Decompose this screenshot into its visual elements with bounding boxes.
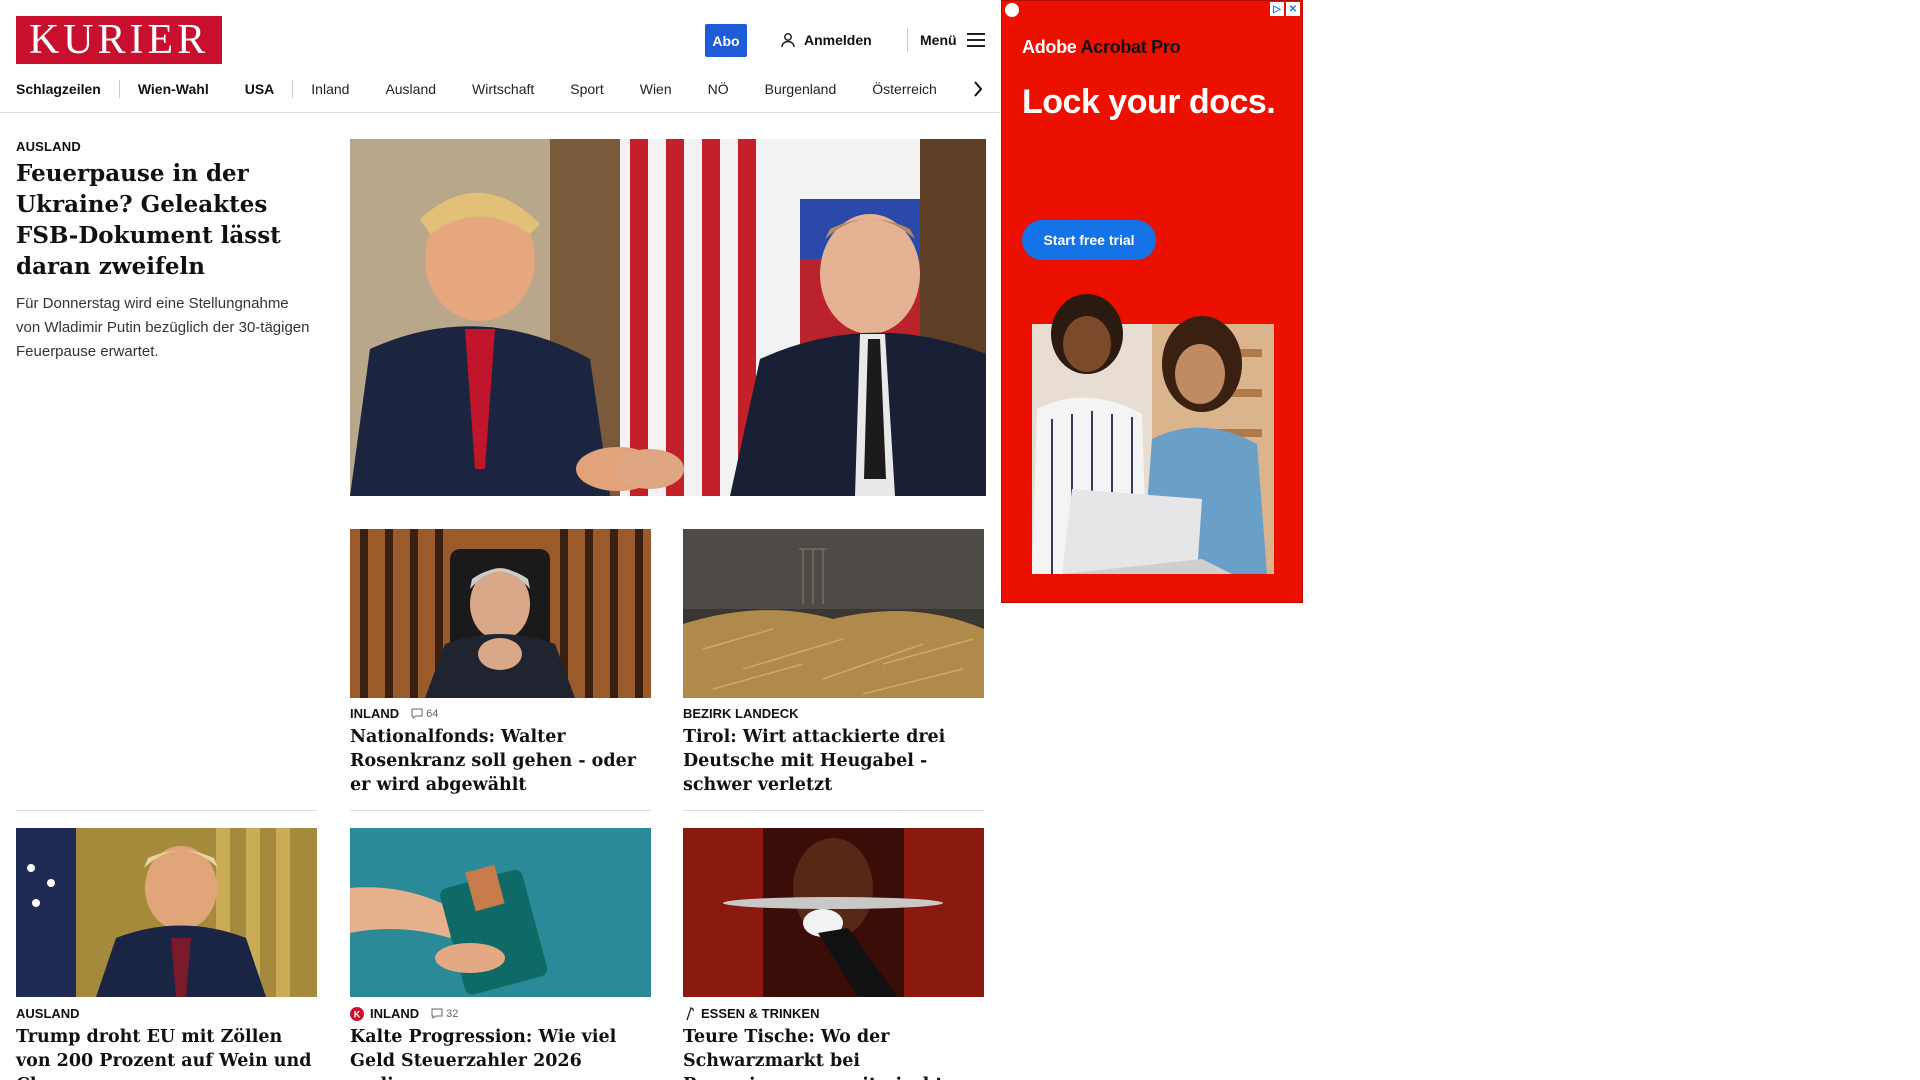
card-kicker-label: INLAND [350, 706, 400, 721]
fork-icon [686, 1006, 694, 1020]
ad-brand-prefix: Adobe [1022, 37, 1077, 57]
comment-count[interactable]: 32 [431, 1008, 458, 1020]
menu-button[interactable]: Menü [920, 28, 985, 52]
card-headline[interactable]: Trump droht EU mit Zöllen von 200 Prozen… [16, 1025, 320, 1080]
wallet-photo [350, 828, 651, 997]
nav-item-usa[interactable]: USA [227, 75, 293, 103]
login-label: Anmelden [804, 32, 872, 48]
ad-choices[interactable]: ▷ ✕ [1270, 2, 1300, 16]
card-kicker[interactable]: ESSEN & TRINKEN [683, 1006, 819, 1021]
start-trial-button[interactable]: Start free trial [1022, 220, 1156, 260]
card-kicker-label: BEZIRK LANDECK [683, 706, 799, 721]
card-kicker[interactable]: K INLAND 32 [350, 1006, 458, 1021]
ad-headline: Lock your docs. [1022, 83, 1276, 121]
card-kicker-label: AUSLAND [16, 1006, 80, 1021]
header-divider [907, 28, 908, 52]
card-image-rosenkranz[interactable] [350, 529, 651, 698]
card-kicker[interactable]: BEZIRK LANDECK [683, 706, 799, 721]
svg-text:K: K [354, 1009, 361, 1019]
chevron-right-icon [974, 81, 983, 97]
card-image-tische[interactable] [683, 828, 984, 997]
nav-item-burgenland[interactable]: Burgenland [747, 75, 855, 103]
close-icon[interactable]: ✕ [1286, 2, 1300, 16]
login-button[interactable]: Anmelden [780, 28, 872, 52]
nav-item-wien[interactable]: Wien [622, 75, 690, 103]
ad-info-icon[interactable] [1005, 3, 1019, 17]
nav-item-schlagzeilen[interactable]: Schlagzeilen [16, 75, 119, 103]
nav-item-sport[interactable]: Sport [552, 75, 621, 103]
user-icon [781, 33, 795, 48]
section-nav: Schlagzeilen Wien-Wahl USA Inland Auslan… [16, 75, 993, 103]
nav-divider [0, 112, 1000, 113]
nav-item-ausland[interactable]: Ausland [367, 75, 454, 103]
ad-photo [1032, 289, 1274, 574]
card-image-trump[interactable] [16, 828, 317, 997]
comment-icon [431, 1008, 443, 1019]
card-image-progression[interactable] [350, 828, 651, 997]
hero-headline[interactable]: Feuerpause in der Ukraine? Geleaktes FSB… [16, 158, 316, 282]
tray-photo [683, 828, 984, 997]
comment-count[interactable]: 64 [411, 708, 438, 720]
comment-count-value: 64 [426, 707, 439, 720]
comment-count-value: 32 [446, 1007, 459, 1020]
handshake-photo [350, 139, 986, 496]
card-headline[interactable]: Kalte Progression: Wie viel Geld Steuerz… [350, 1025, 654, 1080]
hamburger-icon [966, 33, 985, 47]
card-image-heugabel[interactable] [683, 529, 984, 698]
comment-icon [411, 708, 423, 719]
pitchfork-photo [683, 529, 984, 698]
hero-image[interactable] [350, 139, 986, 496]
card-headline[interactable]: Nationalfonds: Walter Rosenkranz soll ge… [350, 725, 654, 797]
menu-label: Menü [920, 32, 957, 48]
kurier-logo[interactable]: KURIER [16, 16, 222, 64]
card-kicker-label: ESSEN & TRINKEN [701, 1006, 820, 1021]
women-laptop-photo [1032, 294, 1274, 574]
card-headline[interactable]: Tirol: Wirt attackierte drei Deutsche mi… [683, 725, 987, 797]
column-divider [16, 810, 317, 811]
nav-scroll-right-button[interactable] [966, 75, 990, 103]
adchoices-icon[interactable]: ▷ [1270, 2, 1284, 16]
nav-item-wien-wahl[interactable]: Wien-Wahl [120, 75, 227, 103]
card-kicker[interactable]: INLAND 64 [350, 706, 438, 721]
card-kicker[interactable]: AUSLAND [16, 1006, 80, 1021]
rosenkranz-photo [350, 529, 651, 698]
hero-teaser: Für Donnerstag wird eine Stellungnahme v… [16, 295, 310, 360]
abo-button[interactable]: Abo [705, 24, 747, 57]
ad-brand: Adobe Acrobat Pro [1022, 37, 1181, 58]
card-kicker-label: INLAND [370, 1006, 420, 1021]
card-divider [683, 810, 984, 811]
hero-kicker[interactable]: AUSLAND [16, 139, 81, 154]
nav-item-inland[interactable]: Inland [293, 75, 367, 103]
nav-item-oesterreich[interactable]: Österreich [854, 75, 955, 103]
ad-brand-product: Acrobat Pro [1080, 37, 1181, 57]
adobe-ad[interactable]: ▷ ✕ Adobe Acrobat Pro Lock your docs. St… [1001, 0, 1303, 603]
card-divider [350, 810, 651, 811]
nav-item-noe[interactable]: NÖ [690, 75, 747, 103]
nav-item-wirtschaft[interactable]: Wirtschaft [454, 75, 552, 103]
kurier-plus-icon: K [350, 1006, 364, 1021]
card-headline[interactable]: Teure Tische: Wo der Schwarzmarkt bei Re… [683, 1025, 987, 1080]
trump-photo [16, 828, 317, 997]
